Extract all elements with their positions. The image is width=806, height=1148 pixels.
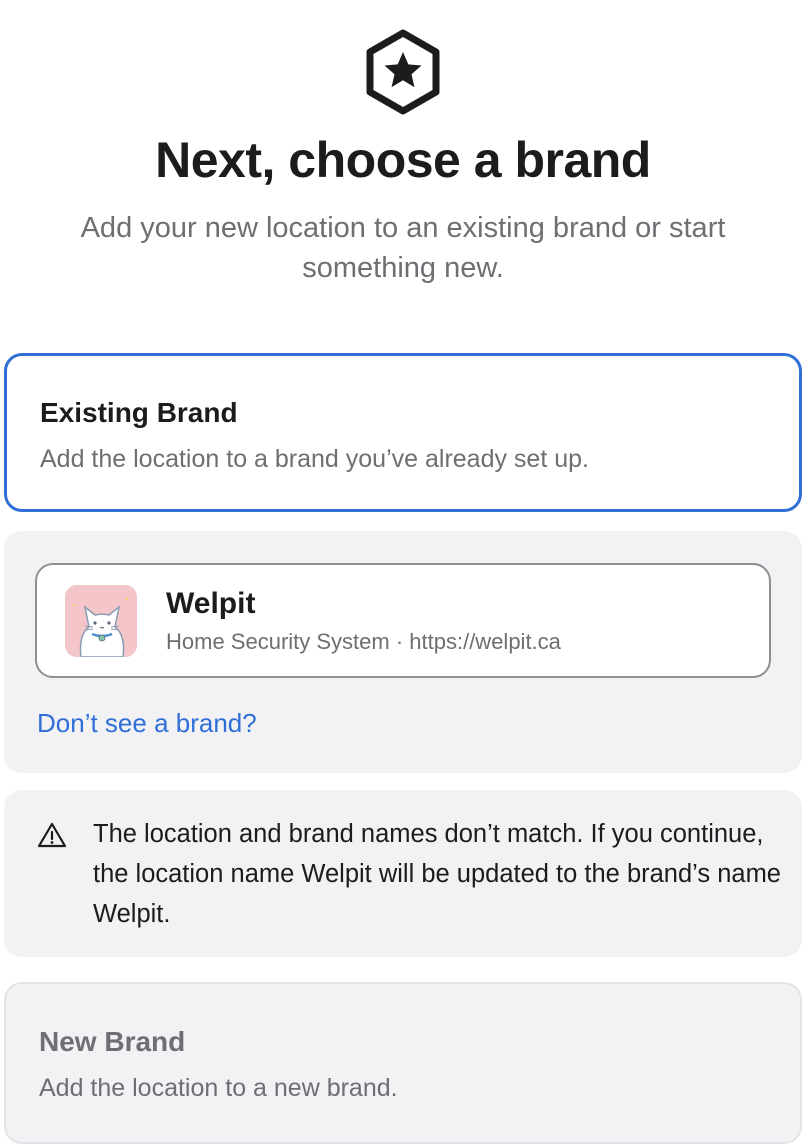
existing-brand-title: Existing Brand: [40, 397, 238, 428]
brand-list-item[interactable]: Welpit Home Security System · https://we…: [35, 563, 771, 678]
warning-triangle-icon: [37, 822, 67, 848]
brand-meta: Home Security System · https://welpit.ca: [166, 629, 561, 654]
new-brand-option[interactable]: New Brand Add the location to a new bran…: [4, 982, 802, 1144]
brand-list-panel: Welpit Home Security System · https://we…: [4, 531, 802, 773]
brand-name: Welpit: [166, 587, 256, 620]
star-hexagon-icon: [366, 29, 440, 115]
existing-brand-option[interactable]: Existing Brand Add the location to a bra…: [4, 353, 802, 512]
choose-brand-page: Next, choose a brand Add your new locati…: [0, 0, 806, 1148]
new-brand-description: Add the location to a new brand.: [39, 1074, 398, 1102]
dont-see-brand-link[interactable]: Don’t see a brand?: [37, 706, 257, 740]
page-subtitle: Add your new location to an existing bra…: [80, 212, 726, 284]
cat-avatar: [65, 585, 137, 657]
new-brand-title: New Brand: [39, 1026, 186, 1057]
existing-brand-description: Add the location to a brand you’ve alrea…: [40, 445, 589, 473]
name-mismatch-warning: The location and brand names don’t match…: [4, 790, 802, 957]
warning-text: The location and brand names don’t match…: [93, 820, 781, 928]
page-title: Next, choose a brand: [155, 132, 651, 188]
